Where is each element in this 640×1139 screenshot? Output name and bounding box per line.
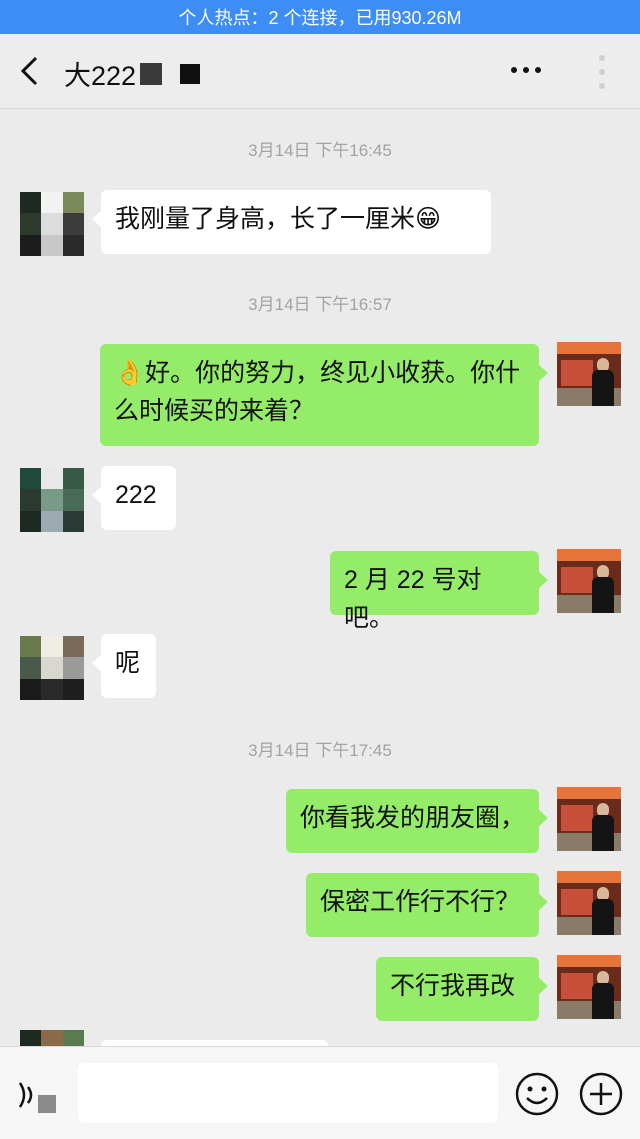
message-text: 保密工作行不行？ (320, 888, 521, 916)
voice-icon[interactable] (14, 1073, 64, 1115)
smiley-icon[interactable] (514, 1071, 560, 1117)
message-text: 你看我发的朋友圈， (300, 804, 526, 832)
message-text: 2 月 22 号对吧。 (344, 566, 482, 632)
time-separator: 3月14日 下午16:57 (248, 295, 392, 314)
contact-avatar[interactable] (20, 1030, 84, 1046)
my-avatar[interactable] (557, 955, 621, 1019)
message-text: 我刚量了身高，长了一厘米😁 (115, 205, 442, 233)
message-bubble-outgoing[interactable]: 2 月 22 号对吧。 (330, 551, 548, 632)
message-bubble-outgoing[interactable]: 保密工作行不行？ (306, 873, 548, 937)
message-bubble-outgoing[interactable]: 你看我发的朋友圈， (286, 789, 548, 853)
my-avatar[interactable] (557, 871, 621, 935)
message-input-bar (0, 1046, 640, 1139)
my-avatar[interactable] (557, 342, 621, 406)
message-bubble-incoming[interactable]: 我刚量了身高，长了一厘米😁 (92, 190, 491, 254)
hotspot-status-bar[interactable]: 个人热点：2 个连接，已用930.26M (0, 0, 640, 34)
hotspot-text: 个人热点：2 个连接，已用930.26M (178, 8, 462, 28)
time-separator: 3月14日 下午17:45 (248, 741, 392, 760)
message-text: 222 (115, 481, 157, 509)
chat-title: 大222 (64, 54, 201, 93)
ellipsis-icon[interactable] (508, 60, 544, 80)
contact-avatar[interactable] (20, 192, 84, 256)
my-avatar[interactable] (557, 549, 621, 613)
message-text: 不行我再改 (390, 972, 516, 1000)
my-avatar[interactable] (557, 787, 621, 851)
contact-name: 大222 (64, 61, 137, 91)
chat-header: 大222 (0, 34, 640, 109)
message-bubble-outgoing[interactable]: 不行我再改 (376, 957, 548, 1021)
redacted-name-mosaic (180, 63, 201, 84)
message-text: 👌好。你的努力，终见小收获。你什么时候买的来着？ (114, 359, 521, 425)
contact-avatar[interactable] (20, 636, 84, 700)
message-bubble-incoming[interactable]: 呢 (92, 634, 156, 698)
message-text: 呢 (115, 649, 141, 677)
vertical-dots-icon (599, 55, 605, 89)
chat-message-list[interactable]: 3月14日 下午16:45 我刚量了身高，长了一厘米😁 3月14日 下午16:5… (0, 108, 640, 1046)
time-separator: 3月14日 下午16:45 (248, 141, 392, 160)
contact-avatar[interactable] (20, 468, 84, 532)
chevron-left-icon[interactable] (18, 54, 42, 88)
message-input[interactable] (78, 1063, 498, 1123)
message-bubble-outgoing[interactable]: 👌好。你的努力，终见小收获。你什么时候买的来着？ (100, 344, 548, 446)
plus-circle-icon[interactable] (578, 1071, 624, 1117)
message-bubble-incoming[interactable]: 222 (92, 466, 176, 530)
redacted-name-mosaic (140, 62, 163, 85)
